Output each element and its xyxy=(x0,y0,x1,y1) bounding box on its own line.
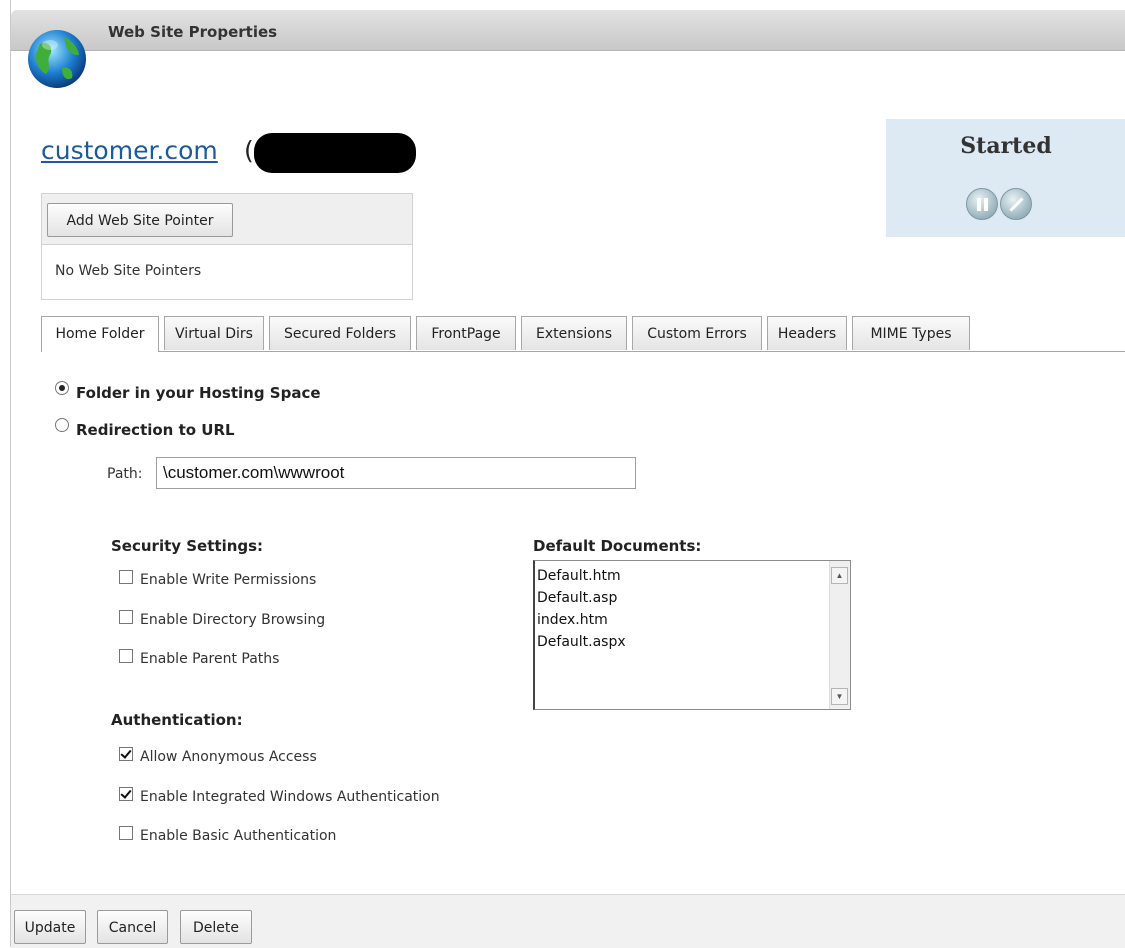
pause-icon[interactable] xyxy=(966,188,998,220)
default-documents-heading: Default Documents: xyxy=(533,537,702,555)
scroll-up-arrow-icon[interactable]: ▲ xyxy=(831,567,848,584)
enable-basic-auth-checkbox[interactable] xyxy=(119,826,133,840)
enable-write-permissions-row[interactable]: Enable Write Permissions xyxy=(119,570,317,588)
globe-icon xyxy=(28,30,86,88)
site-id-paren: ( xyxy=(244,136,254,165)
no-pointers-text: No Web Site Pointers xyxy=(55,263,202,279)
site-pointers-toolbar: Add Web Site Pointer xyxy=(42,194,412,245)
redirection-url-radio[interactable] xyxy=(55,418,69,432)
enable-integrated-windows-auth-row[interactable]: Enable Integrated Windows Authentication xyxy=(119,787,440,805)
authentication-heading: Authentication: xyxy=(111,711,243,729)
allow-anonymous-access-checkbox[interactable] xyxy=(119,747,133,761)
add-web-site-pointer-button[interactable]: Add Web Site Pointer xyxy=(47,203,233,237)
tab-frontpage[interactable]: FrontPage xyxy=(416,316,516,350)
enable-integrated-windows-auth-checkbox[interactable] xyxy=(119,787,133,801)
default-documents-list[interactable]: Default.htm Default.asp index.htm Defaul… xyxy=(533,560,851,710)
enable-basic-auth-row[interactable]: Enable Basic Authentication xyxy=(119,826,337,844)
redirection-url-label: Redirection to URL xyxy=(76,421,235,439)
folder-hosting-space-radio[interactable] xyxy=(55,381,69,395)
footer-toolbar: Update Cancel Delete xyxy=(11,894,1125,948)
tab-virtual-dirs[interactable]: Virtual Dirs xyxy=(164,316,264,350)
cancel-button[interactable]: Cancel xyxy=(97,910,168,944)
status-label: Started xyxy=(960,133,1052,159)
tab-bar: Home Folder Virtual Dirs Secured Folders… xyxy=(41,316,1125,352)
default-documents-scrollbar[interactable]: ▲ ▼ xyxy=(829,561,850,709)
enable-directory-browsing-row[interactable]: Enable Directory Browsing xyxy=(119,610,326,628)
title-bar: Web Site Properties xyxy=(11,10,1125,51)
delete-button[interactable]: Delete xyxy=(180,910,252,944)
security-settings-heading: Security Settings: xyxy=(111,537,264,555)
list-item[interactable]: Default.htm xyxy=(537,568,621,584)
tab-headers[interactable]: Headers xyxy=(767,316,847,350)
tab-custom-errors[interactable]: Custom Errors xyxy=(632,316,762,350)
enable-parent-paths-row[interactable]: Enable Parent Paths xyxy=(119,649,280,667)
redirection-url-option[interactable]: Redirection to URL xyxy=(55,418,235,439)
tab-secured-folders[interactable]: Secured Folders xyxy=(269,316,411,350)
site-status-box: Started xyxy=(886,119,1125,237)
site-pointers-box: Add Web Site Pointer No Web Site Pointer… xyxy=(41,193,413,300)
allow-anonymous-access-label: Allow Anonymous Access xyxy=(140,749,317,765)
path-label: Path: xyxy=(107,466,143,482)
path-input[interactable] xyxy=(156,457,636,489)
properties-panel: Web Site Properties customer.com ( Add W… xyxy=(10,0,1125,948)
tab-mime-types[interactable]: MIME Types xyxy=(852,316,970,350)
folder-hosting-space-option[interactable]: Folder in your Hosting Space xyxy=(55,381,321,402)
tab-extensions[interactable]: Extensions xyxy=(521,316,627,350)
enable-write-permissions-label: Enable Write Permissions xyxy=(140,572,317,588)
enable-directory-browsing-checkbox[interactable] xyxy=(119,610,133,624)
redacted-site-id xyxy=(254,133,416,173)
enable-parent-paths-checkbox[interactable] xyxy=(119,649,133,663)
enable-parent-paths-label: Enable Parent Paths xyxy=(140,651,280,667)
update-button[interactable]: Update xyxy=(14,910,86,944)
window-title: Web Site Properties xyxy=(108,23,278,41)
scroll-down-arrow-icon[interactable]: ▼ xyxy=(831,688,848,705)
enable-integrated-windows-auth-label: Enable Integrated Windows Authentication xyxy=(140,789,440,805)
list-item[interactable]: Default.asp xyxy=(537,590,617,606)
folder-hosting-space-label: Folder in your Hosting Space xyxy=(76,384,321,402)
stop-icon[interactable] xyxy=(1000,188,1032,220)
enable-basic-auth-label: Enable Basic Authentication xyxy=(140,828,337,844)
tab-home-folder[interactable]: Home Folder xyxy=(41,316,159,352)
enable-write-permissions-checkbox[interactable] xyxy=(119,570,133,584)
allow-anonymous-access-row[interactable]: Allow Anonymous Access xyxy=(119,747,317,765)
enable-directory-browsing-label: Enable Directory Browsing xyxy=(140,612,326,628)
list-item[interactable]: Default.aspx xyxy=(537,634,626,650)
list-item[interactable]: index.htm xyxy=(537,612,608,628)
site-name-link[interactable]: customer.com xyxy=(41,136,218,165)
